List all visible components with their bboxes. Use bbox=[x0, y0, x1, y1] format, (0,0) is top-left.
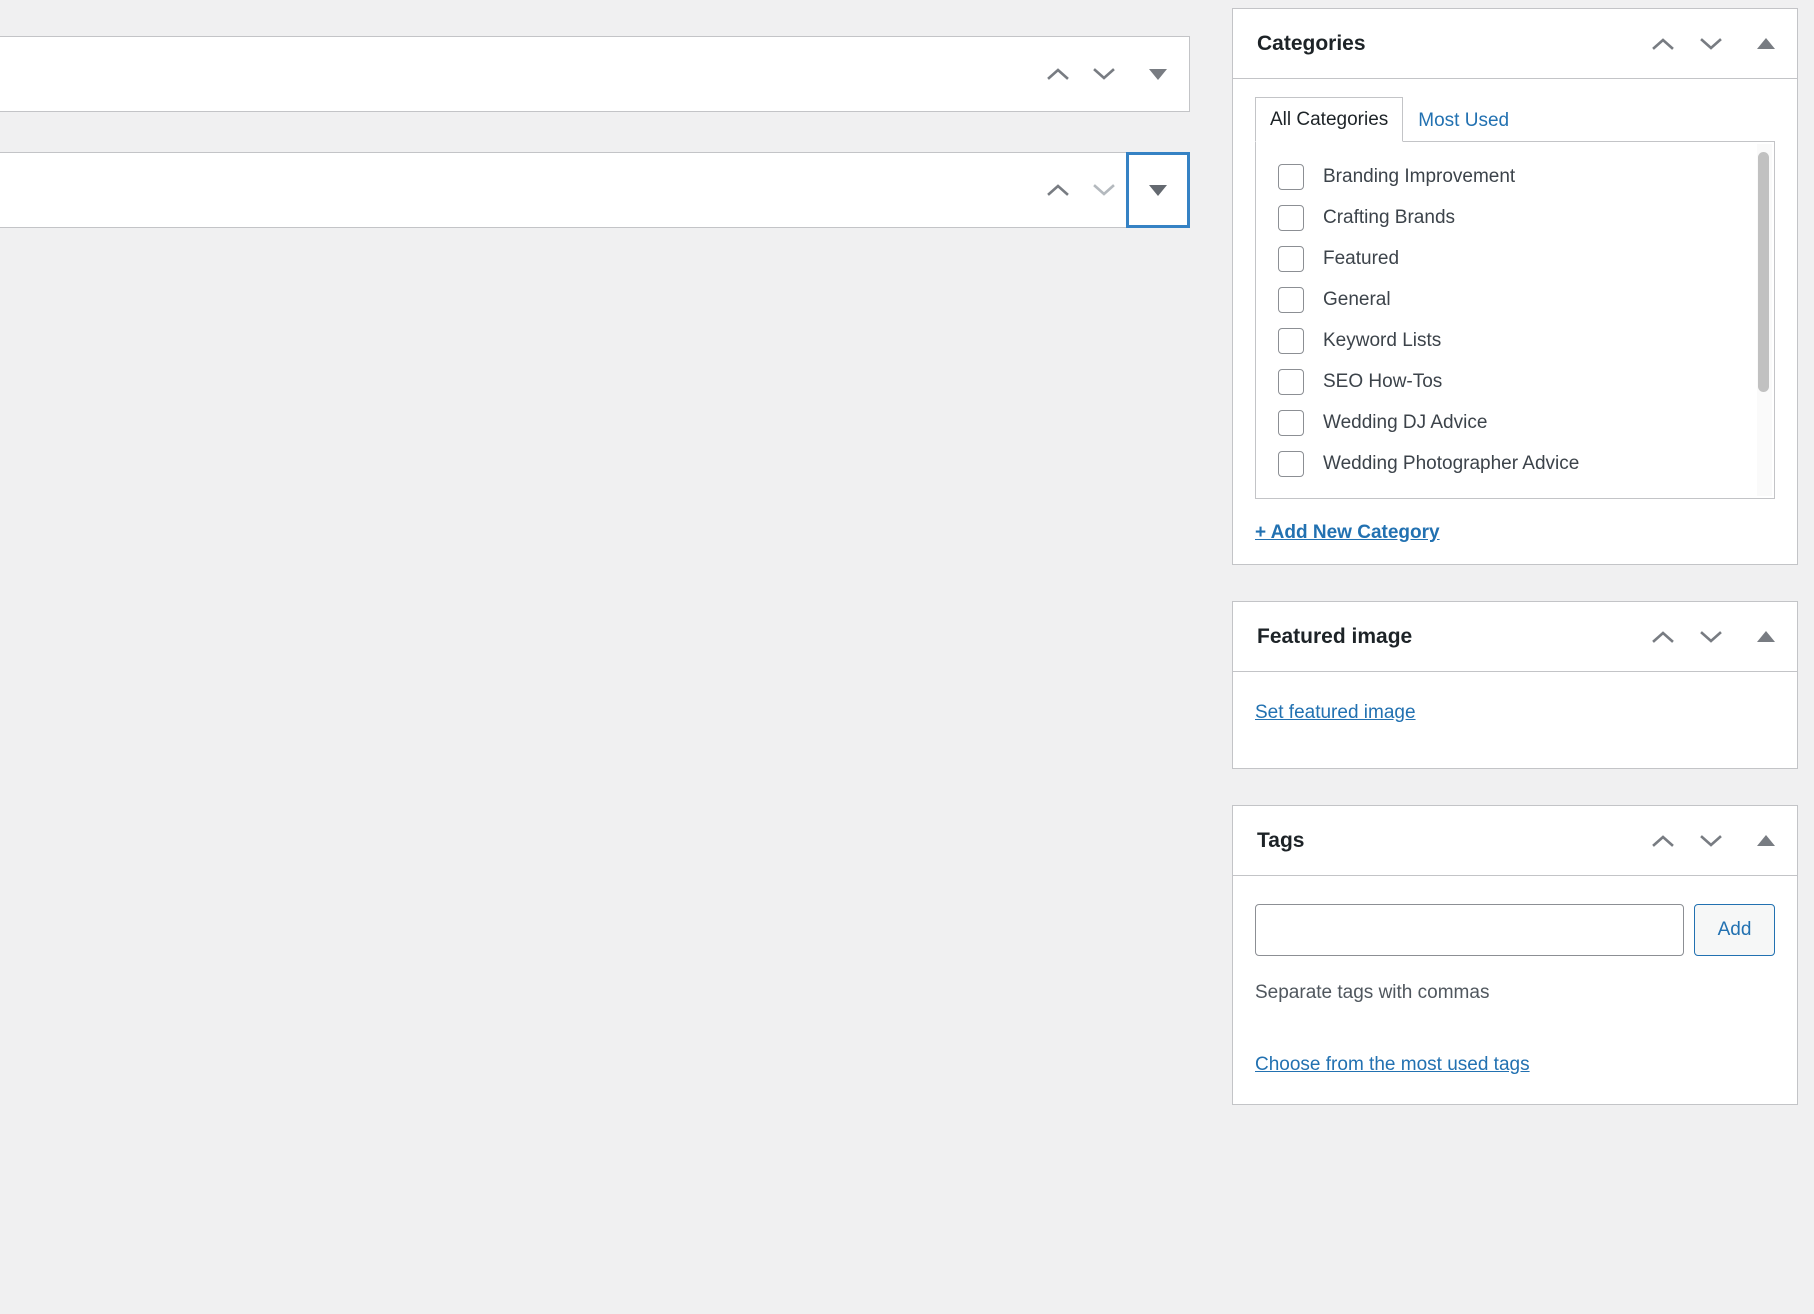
list-item[interactable]: SEO How-Tos bbox=[1256, 361, 1774, 402]
featured-image-panel-body: Set featured image bbox=[1233, 672, 1797, 768]
move-up-icon-button[interactable] bbox=[1035, 153, 1081, 227]
toggle-panel-button[interactable] bbox=[1735, 602, 1797, 671]
category-label: Keyword Lists bbox=[1323, 330, 1442, 351]
category-label: Wedding Photographer Advice bbox=[1323, 453, 1580, 474]
move-down-icon-button[interactable] bbox=[1687, 602, 1735, 671]
metabox-panel-collapsed-1 bbox=[0, 36, 1190, 112]
category-checkbox[interactable] bbox=[1278, 245, 1304, 272]
toggle-panel-button-focused[interactable] bbox=[1127, 153, 1189, 227]
category-label: Branding Improvement bbox=[1323, 166, 1516, 187]
list-item[interactable]: Featured bbox=[1256, 238, 1774, 279]
list-item[interactable]: Wedding Photographer Advice bbox=[1256, 443, 1774, 484]
main-content-column bbox=[0, 0, 1192, 1314]
categories-panel-header: Categories bbox=[1233, 9, 1797, 79]
category-checkbox[interactable] bbox=[1278, 450, 1304, 477]
move-down-icon-button[interactable] bbox=[1687, 806, 1735, 875]
category-checkbox[interactable] bbox=[1278, 286, 1304, 313]
list-item[interactable]: Branding Improvement bbox=[1256, 156, 1774, 197]
tags-panel-header: Tags bbox=[1233, 806, 1797, 876]
list-item[interactable]: General bbox=[1256, 279, 1774, 320]
category-label: Featured bbox=[1323, 248, 1400, 269]
categories-scrollbar-thumb[interactable] bbox=[1758, 152, 1769, 392]
featured-image-panel-title: Featured image bbox=[1257, 625, 1413, 648]
categories-checklist: Branding Improvement Crafting Brands Fea… bbox=[1256, 142, 1774, 498]
tags-panel-title: Tags bbox=[1257, 829, 1305, 852]
chevron-down-icon bbox=[1149, 68, 1167, 80]
categories-panel-body: All Categories Most Used Branding Improv… bbox=[1233, 79, 1797, 564]
category-label: Wedding DJ Advice bbox=[1323, 412, 1488, 433]
category-label: SEO How-Tos bbox=[1323, 371, 1443, 392]
panel-header-actions bbox=[1639, 602, 1797, 671]
tags-panel-body: Add Separate tags with commas Choose fro… bbox=[1233, 876, 1797, 1104]
featured-image-panel-header: Featured image bbox=[1233, 602, 1797, 672]
chevron-up-icon bbox=[1757, 835, 1775, 846]
categories-scrollbar-track[interactable] bbox=[1757, 144, 1772, 496]
list-item[interactable]: Crafting Brands bbox=[1256, 197, 1774, 238]
tag-entry-row: Add bbox=[1255, 904, 1775, 956]
add-new-category-link[interactable]: + Add New Category bbox=[1255, 522, 1440, 544]
move-down-icon-button[interactable] bbox=[1081, 37, 1127, 111]
metabox-handle-actions bbox=[1035, 37, 1189, 111]
tab-most-used[interactable]: Most Used bbox=[1403, 98, 1524, 142]
toggle-panel-button[interactable] bbox=[1127, 37, 1189, 111]
chevron-down-icon bbox=[1149, 184, 1167, 196]
move-down-icon-button[interactable] bbox=[1081, 153, 1127, 227]
categories-checklist-container: Branding Improvement Crafting Brands Fea… bbox=[1255, 141, 1775, 499]
categories-tab-list: All Categories Most Used bbox=[1255, 97, 1775, 142]
editor-sidebar: Categories All Categories Most Used Bran… bbox=[1232, 8, 1798, 1141]
panel-header-actions bbox=[1639, 9, 1797, 78]
category-checkbox[interactable] bbox=[1278, 204, 1304, 231]
add-tag-button[interactable]: Add bbox=[1694, 904, 1775, 956]
move-up-icon-button[interactable] bbox=[1639, 602, 1687, 671]
new-tag-input[interactable] bbox=[1255, 904, 1684, 956]
category-checkbox[interactable] bbox=[1278, 163, 1304, 190]
category-checkbox[interactable] bbox=[1278, 368, 1304, 395]
categories-panel-title: Categories bbox=[1257, 32, 1366, 55]
metabox-handle-actions bbox=[1035, 153, 1189, 227]
categories-panel: Categories All Categories Most Used Bran… bbox=[1232, 8, 1798, 565]
panel-header-actions bbox=[1639, 806, 1797, 875]
featured-image-panel: Featured image Set featured image bbox=[1232, 601, 1798, 769]
tags-panel: Tags Add Separate tags with commas Choos… bbox=[1232, 805, 1798, 1105]
category-label: Crafting Brands bbox=[1323, 207, 1456, 228]
category-checkbox[interactable] bbox=[1278, 327, 1304, 354]
toggle-panel-button[interactable] bbox=[1735, 806, 1797, 875]
tab-all-categories[interactable]: All Categories bbox=[1255, 97, 1404, 142]
move-down-icon-button[interactable] bbox=[1687, 9, 1735, 78]
chevron-up-icon bbox=[1757, 38, 1775, 49]
chevron-up-icon bbox=[1757, 631, 1775, 642]
metabox-panel-collapsed-2 bbox=[0, 152, 1190, 228]
tag-hint-text: Separate tags with commas bbox=[1255, 982, 1490, 1003]
list-item[interactable]: Wedding DJ Advice bbox=[1256, 402, 1774, 443]
choose-most-used-tags-link[interactable]: Choose from the most used tags bbox=[1255, 1054, 1775, 1076]
category-checkbox[interactable] bbox=[1278, 409, 1304, 436]
list-item[interactable]: Keyword Lists bbox=[1256, 320, 1774, 361]
move-up-icon-button[interactable] bbox=[1639, 806, 1687, 875]
move-up-icon-button[interactable] bbox=[1639, 9, 1687, 78]
toggle-panel-button[interactable] bbox=[1735, 9, 1797, 78]
move-up-icon-button[interactable] bbox=[1035, 37, 1081, 111]
category-label: General bbox=[1323, 289, 1391, 310]
set-featured-image-link[interactable]: Set featured image bbox=[1255, 702, 1416, 723]
